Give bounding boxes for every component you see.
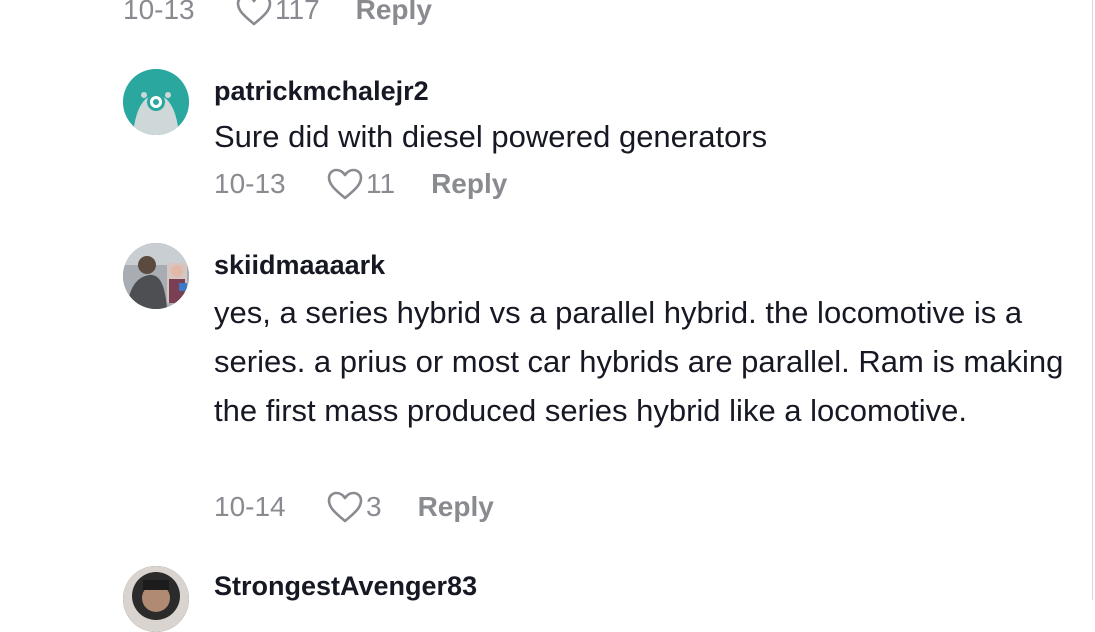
comment-text: yes, a series hybrid vs a parallel hybri… xyxy=(214,295,1064,428)
reply-button[interactable]: Reply xyxy=(431,168,507,200)
heart-icon xyxy=(327,168,363,200)
reply-button[interactable]: Reply xyxy=(356,0,432,26)
photo-avatar xyxy=(123,566,189,632)
avatar[interactable] xyxy=(123,243,189,309)
avatar[interactable] xyxy=(123,69,189,135)
like-button[interactable]: 3 xyxy=(326,490,382,524)
comment-date: 10-13 xyxy=(214,168,286,199)
like-button[interactable]: 11 xyxy=(326,167,395,201)
comment-username[interactable]: skiidmaaaark xyxy=(214,250,385,281)
comment-username[interactable]: StrongestAvenger83 xyxy=(214,571,477,602)
comment-meta: 10-13 117 Reply xyxy=(123,0,432,28)
avatar[interactable] xyxy=(123,566,189,632)
comment-date: 10-14 xyxy=(214,491,286,522)
comment-username[interactable]: patrickmchalejr2 xyxy=(214,76,429,107)
heart-icon xyxy=(236,0,272,26)
like-count: 3 xyxy=(366,491,382,522)
like-count: 117 xyxy=(275,0,320,25)
photo-avatar xyxy=(123,243,189,309)
comment-meta: 10-14 3 Reply xyxy=(214,489,494,525)
reply-button[interactable]: Reply xyxy=(418,491,494,523)
like-button[interactable]: 117 xyxy=(235,0,320,27)
like-count: 11 xyxy=(366,168,396,199)
comment-date: 10-13 xyxy=(123,0,195,25)
comment-meta: 10-13 11 Reply xyxy=(214,166,507,202)
default-avatar-icon xyxy=(123,69,189,135)
panel-divider xyxy=(1092,0,1093,600)
comment-text: Sure did with diesel powered generators xyxy=(214,119,768,154)
heart-icon xyxy=(327,491,363,523)
